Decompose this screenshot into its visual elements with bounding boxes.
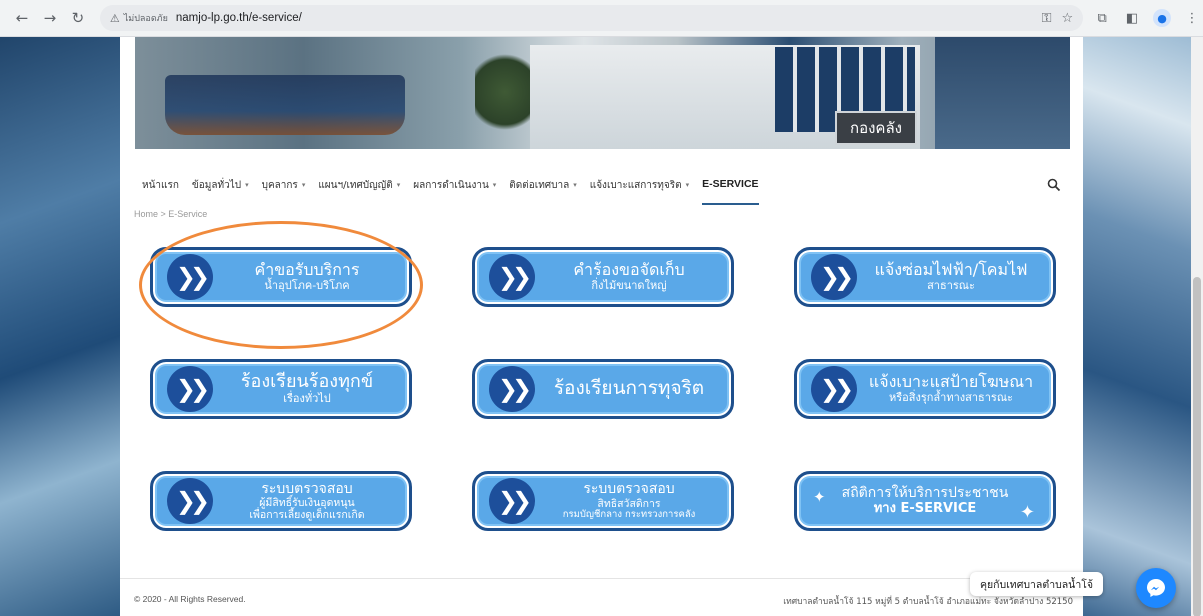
back-icon[interactable]: ← [10,6,34,30]
banner-sign: กองคลัง [835,111,917,145]
service-title: ร้องเรียนร้องทุกข์ [240,371,374,393]
extensions-icon[interactable]: ⧉ [1091,7,1113,29]
menu-item-label: ผลการดำเนินงาน [413,179,489,191]
service-welfare-check-button[interactable]: ❯❯ ระบบตรวจสอบ สิทธิสวัสดิการ กรมบัญชีกลาง… [472,471,734,531]
messenger-icon [1147,579,1165,597]
footer-copyright: © 2020 - All Rights Reserved. [134,594,246,604]
warning-icon: ⚠ [109,11,120,25]
menu-item-personnel[interactable]: บุคลากร ▾ [262,165,306,205]
service-title: คำขอรับบริการ [254,260,360,280]
service-subtitle: หรือสิ่งรุกล้ำทางสาธารณะ [889,390,1013,404]
menu-item-label: แผนฯ/เทศบัญญัติ [318,179,393,191]
service-subtitle: สิทธิสวัสดิการ [597,497,661,510]
side-panel-icon[interactable]: ◧ [1121,7,1143,29]
service-title: ระบบตรวจสอบ [583,481,675,498]
background-right [1075,37,1203,616]
scrollbar-thumb[interactable] [1193,277,1201,616]
breadcrumb[interactable]: Home > E-Service [134,209,207,219]
double-chevron-right-icon: ❯❯ [489,366,535,412]
service-subtitle: กิ่งไม้ขนาดใหญ่ [591,278,667,292]
double-chevron-right-icon: ❯❯ [811,366,857,412]
service-subtitle-2: กรมบัญชีกลาง กระทรวงการคลัง [562,508,696,520]
header-banner: กองคลัง [135,37,1070,149]
double-chevron-right-icon: ❯❯ [167,478,213,524]
service-subtitle: น้ำอุปโภค-บริโภค [264,278,350,292]
service-street-light-repair-button[interactable]: ❯❯ แจ้งซ่อมไฟฟ้า/โคมไฟ สาธารณะ [794,247,1056,307]
banner-rowers-photo [165,75,405,135]
banner-tree [475,47,535,137]
service-subtitle: สาธารณะ [927,278,975,292]
menu-item-label: บุคลากร [261,179,298,191]
messenger-chat-button[interactable] [1136,568,1176,608]
menu-item-results[interactable]: ผลการดำเนินงาน ▾ [413,165,496,205]
double-chevron-right-icon: ❯❯ [811,254,857,300]
footer-divider [120,578,1083,579]
forward-icon[interactable]: → [38,6,62,30]
url-text[interactable]: namjo-lp.go.th/e-service/ [176,12,1032,24]
banner-right-building [935,37,1070,149]
service-billboard-report-button[interactable]: ❯❯ แจ้งเบาะแสป้ายโฆษณา หรือสิ่งรุกล้ำทางส… [794,359,1056,419]
bookmark-star-icon[interactable]: ☆ [1061,11,1073,26]
service-corruption-complaint-button[interactable]: ❯❯ ร้องเรียนการทุจริต [472,359,734,419]
menu-item-contact[interactable]: ติดต่อเทศบาล ▾ [509,165,576,205]
service-water-request-button[interactable]: ❯❯ คำขอรับบริการ น้ำอุปโภค-บริโภค [150,247,412,307]
service-branch-collection-button[interactable]: ❯❯ คำร้องขอจัดเก็บ กิ่งไม้ขนาดใหญ่ [472,247,734,307]
menu-item-label: E-SERVICE [702,178,759,190]
chevron-down-icon: ▾ [492,181,497,189]
browser-toolbar: ← → ↻ ⚠ ไม่ปลอดภัย namjo-lp.go.th/e-serv… [0,0,1203,37]
menu-item-label: หน้าแรก [142,179,179,191]
sparkle-icon: ✦ [813,488,826,506]
service-title: คำร้องขอจัดเก็บ [573,260,685,280]
reload-icon[interactable]: ↻ [66,6,90,30]
chevron-down-icon: ▾ [245,181,249,189]
menu-item-home[interactable]: หน้าแรก [142,165,179,205]
chevron-down-icon: ▾ [396,181,401,189]
main-menu: หน้าแรก ข้อมูลทั่วไป ▾ บุคลากร ▾ แผนฯ/เทศบ… [120,165,1083,205]
menu-item-report-corruption[interactable]: แจ้งเบาะแสการทุจริต ▾ [590,165,689,205]
password-key-icon[interactable]: ⚿ [1042,11,1052,26]
menu-item-e-service[interactable]: E-SERVICE [702,165,759,205]
chevron-down-icon: ▾ [573,181,577,189]
double-chevron-right-icon: ❯❯ [489,254,535,300]
service-title: ร้องเรียนการทุจริต [553,377,705,400]
menu-kebab-icon[interactable]: ⋮ [1181,7,1203,29]
chevron-down-icon: ▾ [301,181,306,189]
service-subtitle: เรื่องทั่วไป [283,392,331,406]
scrollbar[interactable] [1191,37,1203,616]
service-general-complaint-button[interactable]: ❯❯ ร้องเรียนร้องทุกข์ เรื่องทั่วไป [150,359,412,419]
profile-avatar[interactable]: ● [1151,7,1173,29]
double-chevron-right-icon: ❯❯ [489,478,535,524]
menu-item-label: ติดต่อเทศบาล [509,179,570,191]
person-icon: ● [1153,9,1172,27]
background-left [0,37,120,616]
menu-item-general-info[interactable]: ข้อมูลทั่วไป ▾ [192,165,249,205]
insecure-label: ไม่ปลอดภัย [123,14,168,24]
chevron-down-icon: ▾ [685,181,690,189]
service-child-subsidy-check-button[interactable]: ❯❯ ระบบตรวจสอบ ผู้มีสิทธิ์รับเงินอุดหนุนเ… [150,471,412,531]
service-subtitle: ทาง E-SERVICE [873,500,977,516]
search-icon[interactable] [1047,178,1061,192]
service-subtitle-2: เพื่อการเลี้ยงดูเด็กแรกเกิด [249,509,365,522]
double-chevron-right-icon: ❯❯ [167,254,213,300]
service-statistics-button[interactable]: ✦ ✦ สถิติการให้บริการประชาชน ทาง E-SERVIC… [794,471,1056,531]
menu-item-label: ข้อมูลทั่วไป [191,179,242,191]
service-title: สถิติการให้บริการประชาชน [841,485,1009,502]
address-bar[interactable]: ⚠ ไม่ปลอดภัย namjo-lp.go.th/e-service/ ⚿… [99,5,1084,31]
menu-item-plans[interactable]: แผนฯ/เทศบัญญัติ ▾ [318,165,400,205]
sparkle-icon: ✦ [1019,502,1035,523]
service-title: ระบบตรวจสอบ [261,480,353,497]
double-chevron-right-icon: ❯❯ [167,366,213,412]
service-title: แจ้งซ่อมไฟฟ้า/โคมไฟ [874,260,1028,280]
page-container: กองคลัง หน้าแรก ข้อมูลทั่วไป ▾ บุคลากร ▾ แ… [120,37,1083,616]
chat-greeting-bubble[interactable]: คุยกับเทศบาลตำบลน้ำโจ้ [970,572,1104,596]
footer-address: เทศบาลตำบลน้ำโจ้ 115 หมู่ที่ 5 ตำบลน้ำโจ… [783,597,1073,607]
service-title: แจ้งเบาะแสป้ายโฆษณา [868,372,1034,392]
service-subtitle: ผู้มีสิทธิ์รับเงินอุดหนุน [259,496,355,509]
menu-item-label: แจ้งเบาะแสการทุจริต [589,179,682,191]
